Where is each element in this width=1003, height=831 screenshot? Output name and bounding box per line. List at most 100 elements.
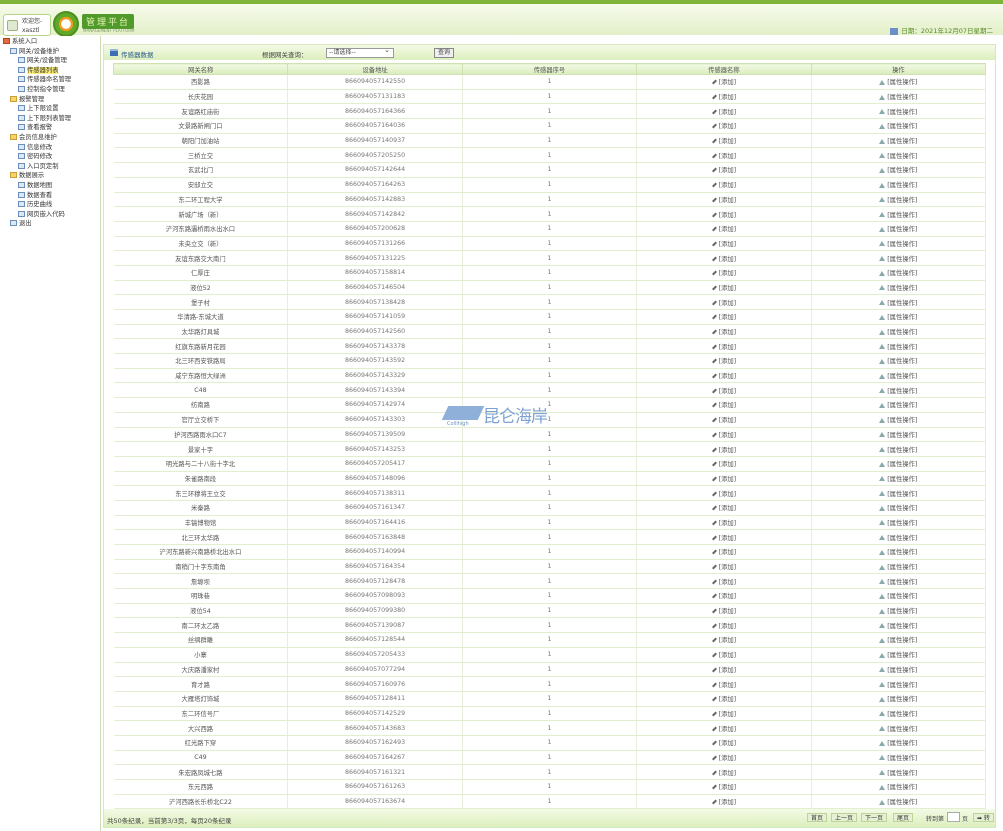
- property-operation-link[interactable]: [属性操作]: [887, 138, 917, 145]
- add-link[interactable]: [添加]: [719, 755, 737, 762]
- sidebar-item[interactable]: 传感器命名管理: [18, 75, 71, 84]
- sidebar-item[interactable]: 历史曲线: [18, 200, 52, 209]
- sidebar-item[interactable]: 网关/设备维护: [10, 47, 59, 56]
- add-link[interactable]: [添加]: [719, 623, 737, 630]
- property-operation-link[interactable]: [属性操作]: [887, 109, 917, 116]
- sidebar-item[interactable]: 信息修改: [18, 143, 52, 152]
- add-link[interactable]: [添加]: [719, 476, 737, 483]
- property-operation-link[interactable]: [属性操作]: [887, 314, 917, 321]
- add-link[interactable]: [添加]: [719, 711, 737, 718]
- sidebar-item[interactable]: 数据地图: [18, 181, 52, 190]
- property-operation-link[interactable]: [属性操作]: [887, 799, 917, 806]
- property-operation-link[interactable]: [属性操作]: [887, 153, 917, 160]
- sidebar-item[interactable]: 上下限列表管理: [18, 114, 71, 123]
- property-operation-link[interactable]: [属性操作]: [887, 432, 917, 439]
- add-link[interactable]: [添加]: [719, 417, 737, 424]
- sidebar-item[interactable]: 网关/设备管理: [18, 56, 67, 65]
- query-button[interactable]: 查询: [434, 48, 454, 58]
- property-operation-link[interactable]: [属性操作]: [887, 476, 917, 483]
- add-link[interactable]: [添加]: [719, 608, 737, 615]
- next-page-button[interactable]: 下一页: [861, 813, 888, 822]
- sidebar-item[interactable]: 上下限设置: [18, 104, 58, 113]
- add-link[interactable]: [添加]: [719, 226, 737, 233]
- property-operation-link[interactable]: [属性操作]: [887, 402, 917, 409]
- add-link[interactable]: [添加]: [719, 123, 737, 130]
- add-link[interactable]: [添加]: [719, 682, 737, 689]
- property-operation-link[interactable]: [属性操作]: [887, 682, 917, 689]
- add-link[interactable]: [添加]: [719, 153, 737, 160]
- add-link[interactable]: [添加]: [719, 491, 737, 498]
- add-link[interactable]: [添加]: [719, 770, 737, 777]
- property-operation-link[interactable]: [属性操作]: [887, 123, 917, 130]
- last-page-button[interactable]: 尾页: [893, 813, 914, 822]
- property-operation-link[interactable]: [属性操作]: [887, 197, 917, 204]
- add-link[interactable]: [添加]: [719, 197, 737, 204]
- property-operation-link[interactable]: [属性操作]: [887, 226, 917, 233]
- sidebar-item[interactable]: 退出: [10, 219, 32, 228]
- add-link[interactable]: [添加]: [719, 402, 737, 409]
- sidebar-item[interactable]: 数据展示: [10, 171, 44, 180]
- add-link[interactable]: [添加]: [719, 285, 737, 292]
- property-operation-link[interactable]: [属性操作]: [887, 623, 917, 630]
- add-link[interactable]: [添加]: [719, 329, 737, 336]
- property-operation-link[interactable]: [属性操作]: [887, 770, 917, 777]
- sidebar-item[interactable]: 会员信息维护: [10, 133, 57, 142]
- property-operation-link[interactable]: [属性操作]: [887, 212, 917, 219]
- add-link[interactable]: [添加]: [719, 652, 737, 659]
- add-link[interactable]: [添加]: [719, 520, 737, 527]
- add-link[interactable]: [添加]: [719, 593, 737, 600]
- property-operation-link[interactable]: [属性操作]: [887, 285, 917, 292]
- property-operation-link[interactable]: [属性操作]: [887, 270, 917, 277]
- add-link[interactable]: [添加]: [719, 358, 737, 365]
- add-link[interactable]: [添加]: [719, 212, 737, 219]
- add-link[interactable]: [添加]: [719, 784, 737, 791]
- add-link[interactable]: [添加]: [719, 314, 737, 321]
- goto-page-input[interactable]: [947, 812, 960, 822]
- property-operation-link[interactable]: [属性操作]: [887, 696, 917, 703]
- property-operation-link[interactable]: [属性操作]: [887, 740, 917, 747]
- prev-page-button[interactable]: 上一页: [831, 813, 858, 822]
- add-link[interactable]: [添加]: [719, 740, 737, 747]
- sidebar-item[interactable]: 报警管理: [10, 95, 44, 104]
- add-link[interactable]: [添加]: [719, 637, 737, 644]
- sidebar-item[interactable]: 数据查看: [18, 191, 52, 200]
- add-link[interactable]: [添加]: [719, 667, 737, 674]
- property-operation-link[interactable]: [属性操作]: [887, 182, 917, 189]
- add-link[interactable]: [添加]: [719, 505, 737, 512]
- add-link[interactable]: [添加]: [719, 182, 737, 189]
- property-operation-link[interactable]: [属性操作]: [887, 167, 917, 174]
- property-operation-link[interactable]: [属性操作]: [887, 388, 917, 395]
- add-link[interactable]: [添加]: [719, 799, 737, 806]
- add-link[interactable]: [添加]: [719, 109, 737, 116]
- property-operation-link[interactable]: [属性操作]: [887, 579, 917, 586]
- add-link[interactable]: [添加]: [719, 167, 737, 174]
- gateway-select[interactable]: --请选择--: [326, 46, 394, 58]
- property-operation-link[interactable]: [属性操作]: [887, 784, 917, 791]
- add-link[interactable]: [添加]: [719, 373, 737, 380]
- add-link[interactable]: [添加]: [719, 447, 737, 454]
- add-link[interactable]: [添加]: [719, 270, 737, 277]
- property-operation-link[interactable]: [属性操作]: [887, 241, 917, 248]
- add-link[interactable]: [添加]: [719, 79, 737, 86]
- add-link[interactable]: [添加]: [719, 461, 737, 468]
- property-operation-link[interactable]: [属性操作]: [887, 491, 917, 498]
- sidebar-item[interactable]: 入口页定制: [18, 162, 58, 171]
- sidebar-item[interactable]: 传感器列表: [18, 66, 59, 75]
- add-link[interactable]: [添加]: [719, 549, 737, 556]
- property-operation-link[interactable]: [属性操作]: [887, 755, 917, 762]
- sidebar-item[interactable]: 密码修改: [18, 152, 52, 161]
- property-operation-link[interactable]: [属性操作]: [887, 447, 917, 454]
- property-operation-link[interactable]: [属性操作]: [887, 667, 917, 674]
- add-link[interactable]: [添加]: [719, 344, 737, 351]
- property-operation-link[interactable]: [属性操作]: [887, 373, 917, 380]
- property-operation-link[interactable]: [属性操作]: [887, 535, 917, 542]
- first-page-button[interactable]: 首页: [807, 813, 828, 822]
- property-operation-link[interactable]: [属性操作]: [887, 461, 917, 468]
- add-link[interactable]: [添加]: [719, 241, 737, 248]
- property-operation-link[interactable]: [属性操作]: [887, 564, 917, 571]
- property-operation-link[interactable]: [属性操作]: [887, 300, 917, 307]
- add-link[interactable]: [添加]: [719, 726, 737, 733]
- property-operation-link[interactable]: [属性操作]: [887, 726, 917, 733]
- add-link[interactable]: [添加]: [719, 432, 737, 439]
- add-link[interactable]: [添加]: [719, 94, 737, 101]
